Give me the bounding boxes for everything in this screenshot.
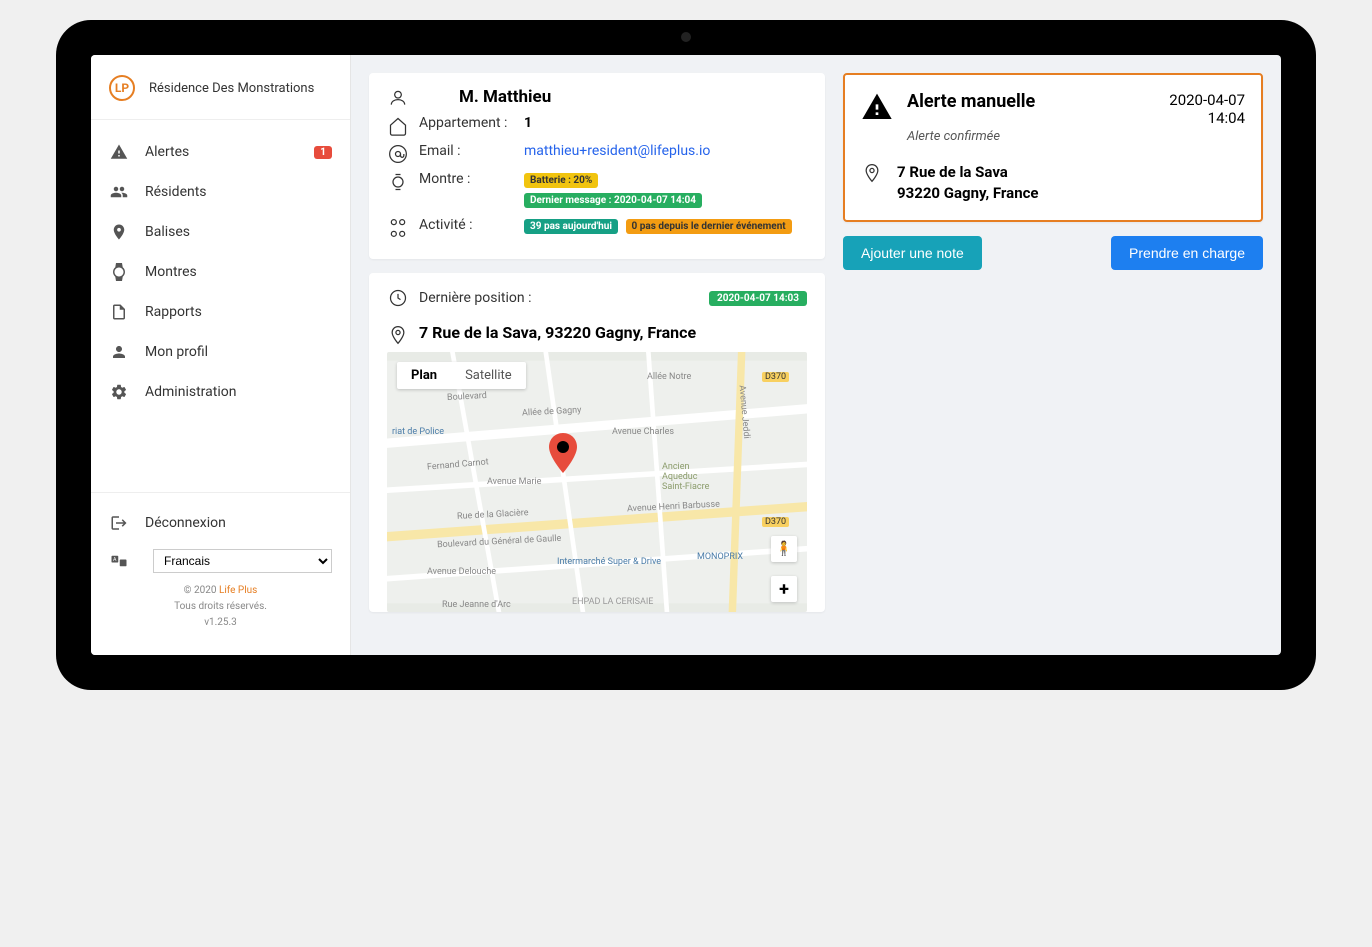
people-icon — [109, 182, 129, 202]
steps-since-pill: 0 pas depuis le dernier événement — [626, 219, 792, 234]
nav-label: Administration — [145, 384, 236, 400]
report-icon — [109, 302, 129, 322]
gear-icon — [109, 382, 129, 402]
nav-label: Montres — [145, 264, 197, 280]
activity-label: Activité : — [419, 217, 514, 233]
copyright: © 2020 Life Plus Tous droits réservés. v… — [109, 583, 332, 631]
alert-icon — [109, 142, 129, 162]
left-column: M. Matthieu Appartement : 1 Email : matt… — [369, 73, 825, 637]
main-content: M. Matthieu Appartement : 1 Email : matt… — [351, 55, 1281, 655]
home-icon — [387, 115, 409, 137]
nav-item-balises[interactable]: Balises — [91, 212, 350, 252]
language-select[interactable]: Francais — [153, 549, 332, 573]
pin-icon — [861, 162, 883, 184]
logout-icon — [109, 513, 129, 533]
sidebar: LP Résidence Des Monstrations Alertes 1 … — [91, 55, 351, 655]
apartment-label: Appartement : — [419, 115, 514, 131]
apartment-value: 1 — [524, 115, 807, 131]
nav-label: Rapports — [145, 304, 202, 320]
position-address: 7 Rue de la Sava, 93220 Gagny, France — [419, 323, 807, 342]
map-tab-satellite[interactable]: Satellite — [451, 362, 526, 389]
location-icon — [109, 222, 129, 242]
activity-icon — [387, 217, 409, 239]
alert-title: Alerte manuelle — [907, 91, 1035, 112]
alert-address: 7 Rue de la Sava 93220 Gagny, France — [897, 162, 1039, 204]
person-icon — [109, 342, 129, 362]
battery-pill: Batterie : 20% — [524, 173, 598, 188]
map-tab-plan[interactable]: Plan — [397, 362, 451, 389]
nav-item-residents[interactable]: Résidents — [91, 172, 350, 212]
resident-name: M. Matthieu — [459, 87, 551, 107]
sidebar-header: LP Résidence Des Monstrations — [91, 67, 350, 120]
action-buttons: Ajouter une note Prendre en charge — [843, 236, 1263, 270]
language-row: A Francais — [109, 549, 332, 573]
app-screen: LP Résidence Des Monstrations Alertes 1 … — [91, 55, 1281, 655]
watch-icon-small — [387, 171, 409, 193]
monitor-frame: LP Résidence Des Monstrations Alertes 1 … — [56, 20, 1316, 690]
nav-label: Alertes — [145, 144, 189, 160]
position-card: Dernière position : 2020-04-07 14:03 7 R… — [369, 273, 825, 612]
user-icon — [387, 87, 409, 109]
take-charge-button[interactable]: Prendre en charge — [1111, 236, 1263, 270]
watch-label: Montre : — [419, 171, 514, 187]
nav-item-montres[interactable]: Montres — [91, 252, 350, 292]
email-value[interactable]: matthieu+resident@lifeplus.io — [524, 143, 807, 159]
residence-title: Résidence Des Monstrations — [149, 81, 314, 96]
nav-item-profil[interactable]: Mon profil — [91, 332, 350, 372]
logout-label: Déconnexion — [145, 515, 226, 531]
map-tabs: Plan Satellite — [397, 362, 526, 389]
clock-icon — [387, 287, 409, 309]
map[interactable]: Boulevard Allée de Gagny Allée Notre Ave… — [387, 352, 807, 612]
map-pegman[interactable]: 🧍 — [771, 536, 797, 562]
watch-icon — [109, 262, 129, 282]
lastmsg-pill: Dernier message : 2020-04-07 14:04 — [524, 193, 702, 208]
language-icon: A — [109, 551, 129, 571]
pin-icon — [387, 324, 409, 346]
sidebar-footer: Déconnexion A Francais © 2020 Life Plus … — [91, 492, 350, 643]
svg-text:A: A — [113, 557, 117, 563]
right-column: Alerte manuelle 2020-04-07 14:04 Alerte … — [843, 73, 1263, 637]
nav-label: Balises — [145, 224, 190, 240]
camera-dot — [681, 32, 691, 42]
watch-pills: Batterie : 20% Dernier message : 2020-04… — [524, 171, 807, 211]
alert-datetime: 2020-04-07 14:04 — [1169, 91, 1245, 127]
nav-label: Résidents — [145, 184, 207, 200]
nav-item-rapports[interactable]: Rapports — [91, 292, 350, 332]
logout-button[interactable]: Déconnexion — [109, 505, 332, 541]
warning-icon — [861, 91, 893, 123]
alert-status: Alerte confirmée — [907, 129, 1245, 144]
logo-icon: LP — [109, 75, 135, 101]
map-zoom-in[interactable]: + — [771, 576, 797, 602]
position-label: Dernière position : — [419, 290, 531, 306]
add-note-button[interactable]: Ajouter une note — [843, 236, 982, 270]
alert-badge: 1 — [314, 146, 332, 159]
nav-item-alertes[interactable]: Alertes 1 — [91, 132, 350, 172]
steps-today-pill: 39 pas aujourd'hui — [524, 219, 618, 234]
email-label: Email : — [419, 143, 514, 159]
nav-item-admin[interactable]: Administration — [91, 372, 350, 412]
nav-list: Alertes 1 Résidents Balises Montres — [91, 120, 350, 492]
alert-card: Alerte manuelle 2020-04-07 14:04 Alerte … — [843, 73, 1263, 222]
position-timestamp: 2020-04-07 14:03 — [709, 291, 807, 306]
nav-label: Mon profil — [145, 344, 208, 360]
activity-pills: 39 pas aujourd'hui 0 pas depuis le derni… — [524, 217, 807, 237]
map-marker — [548, 433, 578, 477]
email-icon — [387, 143, 409, 165]
resident-card: M. Matthieu Appartement : 1 Email : matt… — [369, 73, 825, 259]
